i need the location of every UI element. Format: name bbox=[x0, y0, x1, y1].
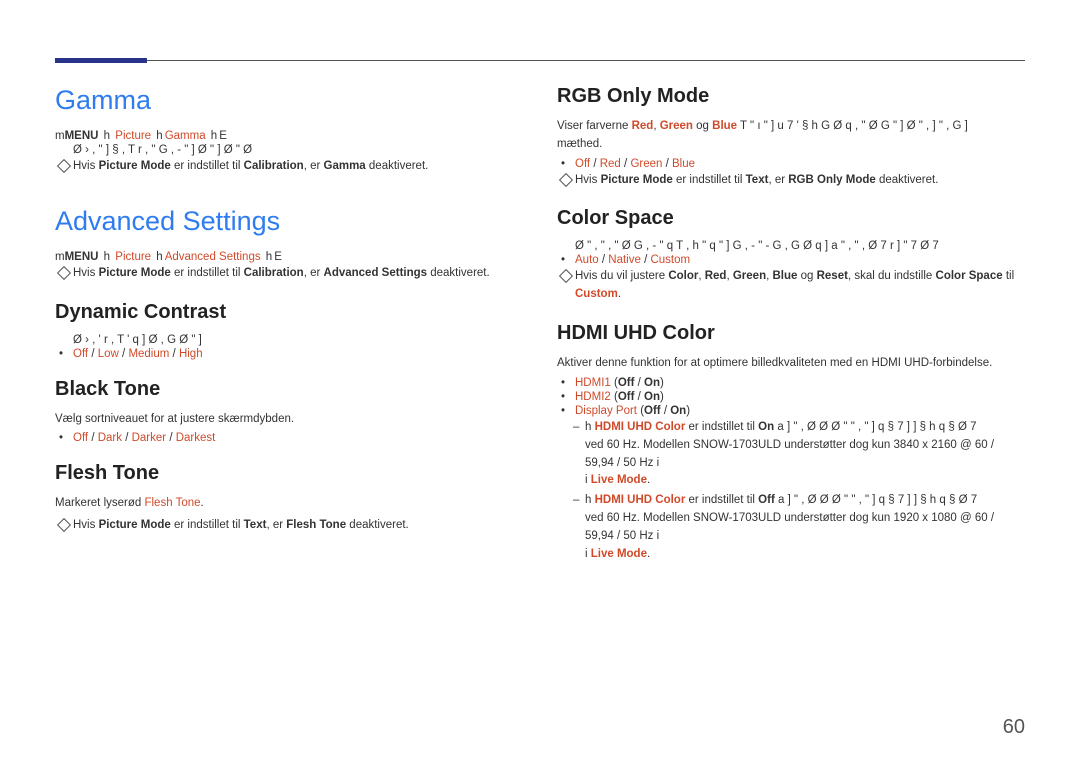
right-column: RGB Only Mode Viser farverne Red, Green … bbox=[557, 85, 1025, 565]
nav-adv: Advanced Settings bbox=[165, 251, 261, 263]
gamma-heading: Gamma bbox=[55, 85, 523, 116]
dynamic-contrast-heading: Dynamic Contrast bbox=[55, 301, 523, 324]
advanced-settings-heading: Advanced Settings bbox=[55, 206, 523, 237]
flesh-tone-heading: Flesh Tone bbox=[55, 462, 523, 485]
gamma-notes: Hvis Picture Mode er indstillet til Cali… bbox=[55, 158, 523, 176]
black-options: Off / Dark / Darker / Darkest bbox=[55, 432, 523, 444]
nav-arrow-icon: h bbox=[102, 130, 112, 142]
cs-note-1: Hvis du vil justere Color, Red, Green, B… bbox=[575, 268, 1025, 304]
hdmi-opt-3: Display Port (Off / On) bbox=[557, 405, 1025, 417]
gamma-nav: mMENU h Picture hGamma hE bbox=[55, 130, 523, 142]
hdmi-dash-1: h HDMI UHD Color er indstillet til On a … bbox=[585, 419, 1025, 490]
rgb-desc: Viser farverne Red, Green og Blue T " ı … bbox=[557, 118, 1025, 154]
rgb-note-1: Hvis Picture Mode er indstillet til Text… bbox=[575, 172, 1025, 190]
nav-arrow-icon: h bbox=[154, 130, 164, 142]
nav-arrow-icon: h bbox=[209, 130, 219, 142]
nav-enter: E bbox=[274, 251, 282, 263]
flesh-notes: Hvis Picture Mode er indstillet til Text… bbox=[55, 517, 523, 535]
hdmi-opt-1: HDMI1 (Off / On) bbox=[557, 377, 1025, 389]
adv-nav: mMENU h Picture hAdvanced Settings hE bbox=[55, 251, 523, 263]
left-column: Gamma mMENU h Picture hGamma hE Ø › , " … bbox=[55, 85, 523, 565]
hdmi-uhd-color-heading: HDMI UHD Color bbox=[557, 322, 1025, 345]
cs-options: Auto / Native / Custom bbox=[557, 254, 1025, 266]
nav-picture: Picture bbox=[115, 251, 151, 263]
nav-arrow-icon: h bbox=[154, 251, 164, 263]
black-tone-heading: Black Tone bbox=[55, 378, 523, 401]
rgb-only-mode-heading: RGB Only Mode bbox=[557, 85, 1025, 108]
dyn-encoded-line: Ø › , ' r , T ' q ] Ø , G Ø " ] bbox=[55, 334, 523, 346]
adv-notes: Hvis Picture Mode er indstillet til Cali… bbox=[55, 265, 523, 283]
flesh-note-1: Hvis Picture Mode er indstillet til Text… bbox=[73, 517, 523, 535]
content-columns: Gamma mMENU h Picture hGamma hE Ø › , " … bbox=[55, 85, 1025, 565]
adv-note-1: Hvis Picture Mode er indstillet til Cali… bbox=[73, 265, 523, 283]
flesh-tone-desc: Markeret lyserød Flesh Tone. bbox=[55, 495, 523, 513]
nav-picture: Picture bbox=[115, 130, 151, 142]
menu-icon: m bbox=[55, 251, 65, 263]
rgb-options: Off / Red / Green / Blue bbox=[557, 158, 1025, 170]
gamma-encoded-line: Ø › , " ] § , T r , " G , - " ] Ø " ] Ø … bbox=[55, 144, 523, 156]
nav-arrow-icon: h bbox=[264, 251, 274, 263]
hdmi-dash-notes: h HDMI UHD Color er indstillet til On a … bbox=[557, 419, 1025, 564]
nav-enter: E bbox=[219, 130, 227, 142]
cs-notes: Hvis du vil justere Color, Red, Green, B… bbox=[557, 268, 1025, 304]
page-number: 60 bbox=[1003, 716, 1025, 739]
gamma-note-1: Hvis Picture Mode er indstillet til Cali… bbox=[73, 158, 523, 176]
hdmi-dash-2: h HDMI UHD Color er indstillet til Off a… bbox=[585, 492, 1025, 563]
black-tone-desc: Vælg sortniveauet for at justere skærmdy… bbox=[55, 411, 523, 429]
top-rule bbox=[55, 60, 1025, 61]
nav-menu: MENU bbox=[65, 251, 99, 263]
dyn-options: Off / Low / Medium / High bbox=[55, 348, 523, 360]
hdmi-desc: Aktiver denne funktion for at optimere b… bbox=[557, 355, 1025, 373]
hdmi-opt-2: HDMI2 (Off / On) bbox=[557, 391, 1025, 403]
rgb-notes: Hvis Picture Mode er indstillet til Text… bbox=[557, 172, 1025, 190]
menu-icon: m bbox=[55, 130, 65, 142]
nav-gamma: Gamma bbox=[165, 130, 206, 142]
nav-arrow-icon: h bbox=[102, 251, 112, 263]
color-space-heading: Color Space bbox=[557, 207, 1025, 230]
cs-encoded-line: Ø " , " , " Ø G , - " q T , h " q " ] G … bbox=[557, 240, 1025, 252]
nav-menu: MENU bbox=[65, 130, 99, 142]
